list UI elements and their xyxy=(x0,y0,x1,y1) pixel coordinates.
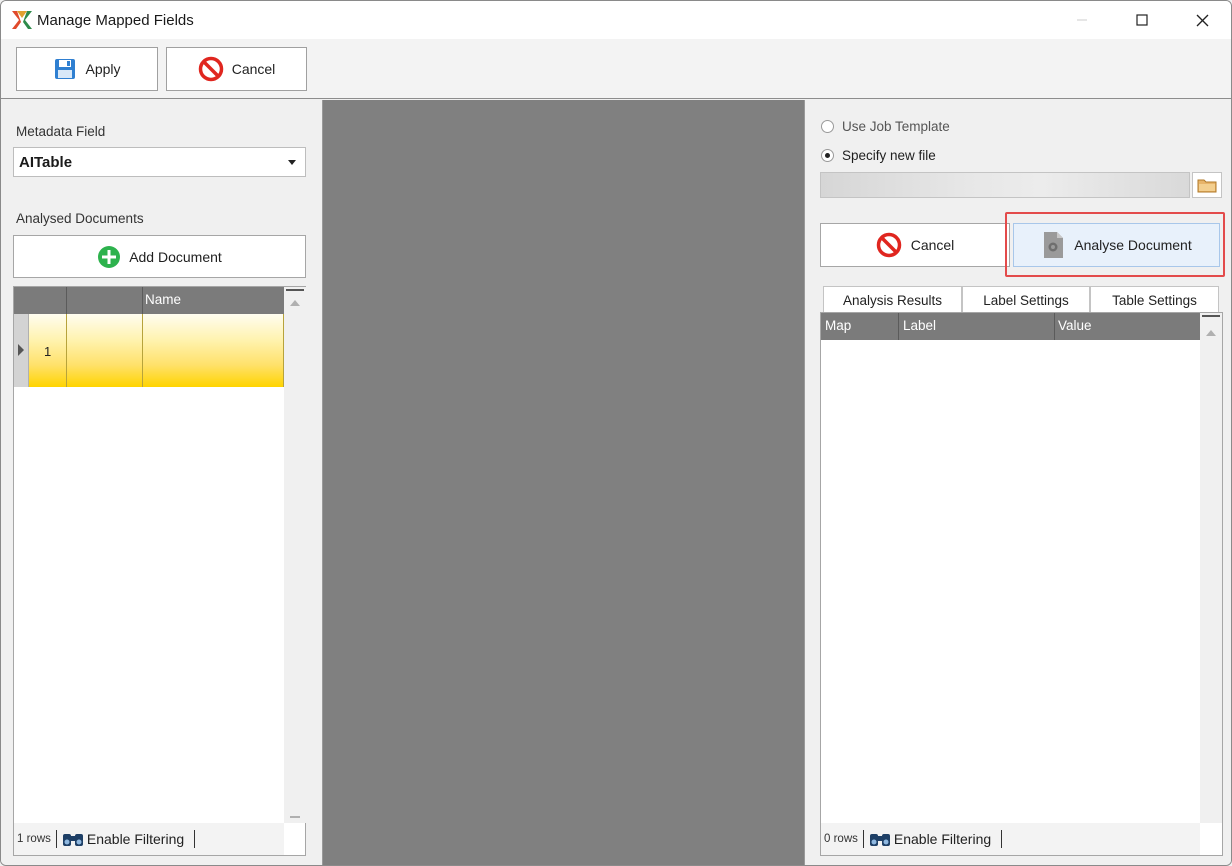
analysed-documents-label: Analysed Documents xyxy=(16,211,144,226)
tab-table-settings[interactable]: Table Settings xyxy=(1090,286,1219,313)
vertical-scrollbar[interactable] xyxy=(1200,313,1222,823)
enable-filtering-link[interactable]: Enable Filtering xyxy=(87,831,184,847)
apply-button[interactable]: Apply xyxy=(16,47,158,91)
metadata-field-label: Metadata Field xyxy=(16,124,106,139)
folder-icon xyxy=(1197,179,1217,193)
title-bar: Manage Mapped Fields xyxy=(1,1,1231,39)
highlight-annotation xyxy=(1005,212,1225,277)
maximize-icon xyxy=(1136,14,1148,26)
dropdown-arrow-icon[interactable] xyxy=(281,150,303,174)
table-row[interactable]: 1 xyxy=(14,314,284,387)
toolbar-cancel-button[interactable]: Cancel xyxy=(166,47,307,91)
file-path-input[interactable] xyxy=(820,172,1190,198)
minimize-icon xyxy=(1077,19,1087,21)
close-button[interactable] xyxy=(1179,1,1225,39)
column-header-name[interactable]: Name xyxy=(145,292,181,307)
add-document-label: Add Document xyxy=(129,248,222,265)
row-name-cell[interactable] xyxy=(143,314,284,387)
radio-checked-icon[interactable] xyxy=(821,149,834,162)
results-tabs: Analysis Results Label Settings Table Se… xyxy=(823,286,1219,313)
add-icon xyxy=(98,245,121,268)
analysis-cancel-button[interactable]: Cancel xyxy=(820,223,1010,267)
cancel-icon xyxy=(876,232,901,258)
toolbar: Apply Cancel xyxy=(1,39,1231,99)
tab-label-settings[interactable]: Label Settings xyxy=(962,286,1090,313)
apply-label: Apply xyxy=(85,61,121,77)
vertical-scrollbar[interactable] xyxy=(284,287,306,823)
scroll-top-icon xyxy=(286,289,304,306)
grid-header: Name xyxy=(14,287,284,314)
metadata-field-value: AITable xyxy=(19,154,73,171)
use-job-template-option[interactable]: Use Job Template xyxy=(821,119,950,134)
binoculars-icon[interactable] xyxy=(62,830,84,848)
window-title: Manage Mapped Fields xyxy=(37,12,194,29)
binoculars-icon[interactable] xyxy=(869,830,891,848)
metadata-field-dropdown[interactable]: AITable xyxy=(13,147,306,177)
save-icon xyxy=(55,59,76,79)
documents-grid: Name 1 1 rows Enable Filtering xyxy=(13,286,306,856)
column-header-map[interactable]: Map xyxy=(825,318,851,333)
document-preview-pane xyxy=(322,100,805,865)
cancel-icon xyxy=(198,56,223,82)
column-header-value[interactable]: Value xyxy=(1058,318,1092,333)
radio-unchecked-icon[interactable] xyxy=(821,120,834,133)
app-logo-icon xyxy=(12,11,32,29)
specify-new-file-option[interactable]: Specify new file xyxy=(821,148,936,163)
column-header-label[interactable]: Label xyxy=(903,318,936,333)
close-icon xyxy=(1196,14,1208,26)
browse-button[interactable] xyxy=(1192,172,1222,198)
grid-footer: 1 rows Enable Filtering xyxy=(14,823,284,855)
minimize-button[interactable] xyxy=(1059,1,1105,39)
analysis-results-grid: Map Label Value 0 rows Enable Filtering xyxy=(820,312,1223,856)
row-pointer-icon xyxy=(18,344,24,356)
row-number: 1 xyxy=(44,344,52,359)
analysis-cancel-label: Cancel xyxy=(910,237,955,253)
grid-header: Map Label Value xyxy=(821,313,1200,340)
rows-count: 0 rows xyxy=(824,833,858,845)
row-indicator[interactable] xyxy=(14,314,29,387)
specify-new-file-label: Specify new file xyxy=(842,148,936,163)
maximize-button[interactable] xyxy=(1119,1,1165,39)
add-document-button[interactable]: Add Document xyxy=(13,235,306,278)
use-job-template-label: Use Job Template xyxy=(842,119,950,134)
rows-count: 1 rows xyxy=(17,833,51,845)
enable-filtering-link[interactable]: Enable Filtering xyxy=(894,831,991,847)
scroll-bottom-icon xyxy=(290,816,300,818)
cancel-label: Cancel xyxy=(231,61,276,77)
scroll-top-icon xyxy=(1202,315,1220,336)
grid-footer: 0 rows Enable Filtering xyxy=(821,823,1200,855)
tab-analysis-results[interactable]: Analysis Results xyxy=(823,286,962,313)
dialog-window: Manage Mapped Fields Apply Cancel Metada… xyxy=(0,0,1232,866)
